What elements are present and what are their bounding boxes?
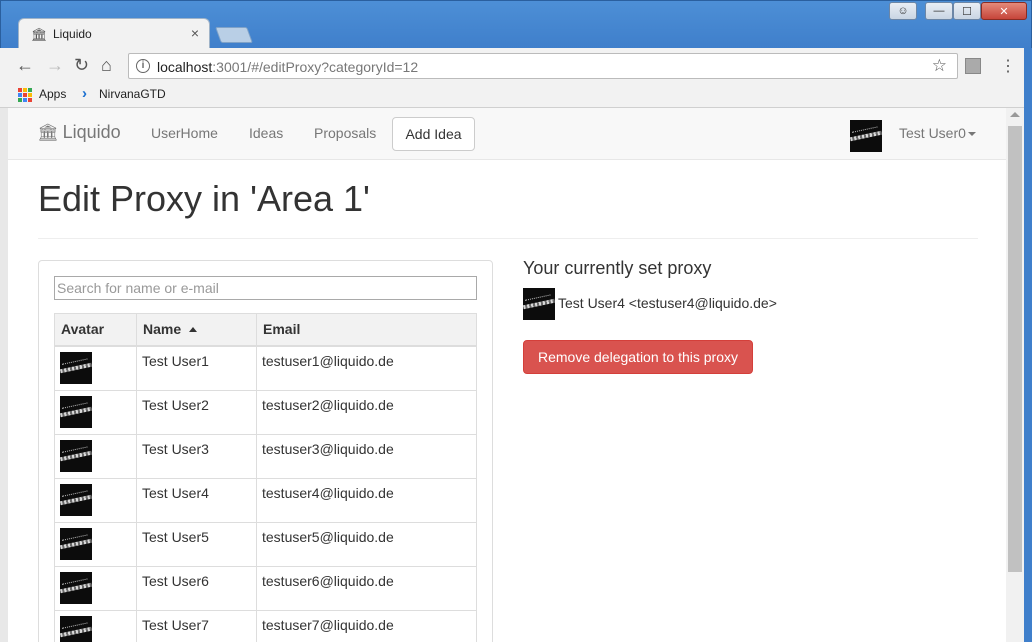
- sort-up-icon: [189, 327, 198, 333]
- avatar: [60, 439, 92, 472]
- info-icon[interactable]: i: [136, 59, 150, 73]
- window-frame-left: [0, 108, 8, 642]
- name-cell: Test User5: [136, 521, 257, 567]
- page-scrollbar[interactable]: [1006, 108, 1024, 642]
- column-header-name[interactable]: Name: [136, 313, 257, 347]
- back-arrow-icon[interactable]: ←: [16, 55, 34, 76]
- title-divider: [38, 238, 978, 239]
- browser-tab[interactable]: 🏛 Liquido ×: [18, 18, 210, 48]
- email-cell: testuser7@liquido.de: [256, 609, 477, 642]
- table-row[interactable]: Test User4 testuser4@liquido.de: [54, 477, 477, 523]
- email-cell: testuser2@liquido.de: [256, 389, 477, 435]
- brand-label: Liquido: [62, 122, 121, 142]
- app-navbar: 🏛 Liquido UserHome Ideas Proposals Add Id…: [8, 108, 1006, 160]
- column-header-name-label: Name: [143, 321, 182, 338]
- avatar-cell: [54, 345, 137, 391]
- caret-down-icon: [967, 132, 976, 137]
- bookmark-nirvanagtd[interactable]: NirvanaGTD: [99, 87, 166, 101]
- avatar-cell: [54, 565, 137, 611]
- apps-grid-icon[interactable]: [18, 88, 32, 102]
- email-cell: testuser3@liquido.de: [256, 433, 477, 479]
- column-header-email[interactable]: Email: [256, 313, 477, 347]
- bank-icon: 🏛: [37, 123, 59, 142]
- home-icon[interactable]: ⌂: [101, 55, 112, 76]
- avatar: [60, 395, 92, 428]
- table-row[interactable]: Test User2 testuser2@liquido.de: [54, 389, 477, 435]
- avatar-cell: [54, 477, 137, 523]
- star-icon[interactable]: ☆: [932, 56, 947, 76]
- brand-link[interactable]: 🏛 Liquido: [37, 122, 121, 143]
- table-row[interactable]: Test User6 testuser6@liquido.de: [54, 565, 477, 611]
- scroll-up-icon[interactable]: [1010, 112, 1020, 117]
- email-cell: testuser6@liquido.de: [256, 565, 477, 611]
- address-bar[interactable]: i localhost:3001/#/editProxy?categoryId=…: [128, 53, 958, 79]
- email-cell: testuser4@liquido.de: [256, 477, 477, 523]
- column-header-avatar[interactable]: Avatar: [54, 313, 137, 347]
- kebab-menu-icon[interactable]: ⋮: [1000, 56, 1016, 76]
- user-icon: ☺: [897, 5, 909, 17]
- avatar-cell: [54, 433, 137, 479]
- users-table: Avatar Name Email Test User1 testuser1@l…: [54, 313, 477, 642]
- forward-arrow-icon[interactable]: →: [46, 55, 64, 76]
- maximize-button[interactable]: ☐: [953, 2, 981, 20]
- name-cell: Test User2: [136, 389, 257, 435]
- remove-delegation-button[interactable]: Remove delegation to this proxy: [523, 340, 753, 374]
- proxy-user-label: Test User4 <testuser4@liquido.de>: [558, 295, 777, 311]
- avatar-cell: [54, 521, 137, 567]
- tab-close-icon[interactable]: ×: [191, 25, 199, 41]
- name-cell: Test User4: [136, 477, 257, 523]
- table-row[interactable]: Test User3 testuser3@liquido.de: [54, 433, 477, 479]
- avatar: [523, 288, 555, 320]
- url-text: localhost:3001/#/editProxy?categoryId=12: [157, 59, 419, 75]
- search-input[interactable]: [54, 276, 477, 300]
- avatar: [60, 571, 92, 604]
- table-row[interactable]: Test User5 testuser5@liquido.de: [54, 521, 477, 567]
- chevron-right-icon: ›: [82, 85, 87, 102]
- window-frame-right: [1024, 48, 1032, 642]
- profile-button[interactable]: ☺: [889, 2, 917, 20]
- name-cell: Test User3: [136, 433, 257, 479]
- name-cell: Test User7: [136, 609, 257, 642]
- page-title: Edit Proxy in 'Area 1': [38, 178, 370, 219]
- user-menu[interactable]: Test User0: [899, 125, 976, 141]
- scroll-thumb[interactable]: [1008, 126, 1022, 572]
- name-cell: Test User6: [136, 565, 257, 611]
- table-row[interactable]: Test User1 testuser1@liquido.de: [54, 345, 477, 391]
- avatar-cell: [54, 389, 137, 435]
- bookmarks-bar: Apps › NirvanaGTD: [0, 84, 1032, 108]
- avatar-cell: [54, 609, 137, 642]
- new-tab-button[interactable]: [215, 27, 253, 43]
- nav-proposals[interactable]: Proposals: [314, 125, 376, 141]
- extension-icon[interactable]: [965, 58, 981, 74]
- add-idea-button[interactable]: Add Idea: [392, 117, 475, 151]
- avatar: [60, 483, 92, 516]
- reload-icon[interactable]: ↻: [74, 55, 89, 76]
- nav-ideas[interactable]: Ideas: [249, 125, 283, 141]
- table-row[interactable]: Test User7 testuser7@liquido.de: [54, 609, 477, 642]
- close-window-button[interactable]: ✕: [981, 2, 1027, 20]
- avatar: [60, 351, 92, 384]
- proxy-heading: Your currently set proxy: [523, 258, 712, 278]
- email-cell: testuser1@liquido.de: [256, 345, 477, 391]
- avatar: [850, 120, 882, 152]
- bank-icon: 🏛: [31, 27, 48, 42]
- bookmark-apps[interactable]: Apps: [39, 87, 66, 101]
- user-menu-label: Test User0: [899, 125, 966, 141]
- minimize-button[interactable]: —: [925, 2, 953, 20]
- avatar: [60, 527, 92, 560]
- tab-title: Liquido: [53, 27, 92, 41]
- avatar: [60, 615, 92, 642]
- nav-userhome[interactable]: UserHome: [151, 125, 218, 141]
- email-cell: testuser5@liquido.de: [256, 521, 477, 567]
- name-cell: Test User1: [136, 345, 257, 391]
